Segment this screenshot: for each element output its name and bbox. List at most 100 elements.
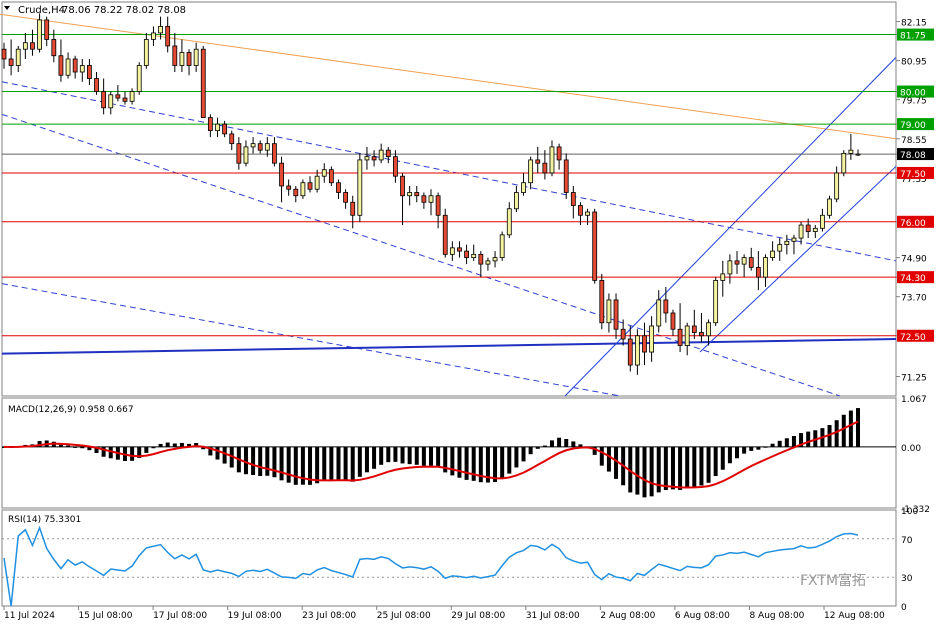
candle-body — [22, 42, 28, 50]
candle-body — [215, 123, 220, 132]
candle-body — [79, 65, 85, 73]
candle-body — [343, 192, 349, 203]
macd-histogram-bar — [372, 446, 377, 469]
candle-body — [257, 143, 263, 151]
macd-histogram-bar — [528, 446, 533, 455]
candle-body — [535, 159, 541, 164]
candle-body — [464, 250, 469, 259]
candle-body — [414, 192, 420, 197]
candle-body — [407, 192, 413, 197]
candle-body — [58, 55, 64, 76]
macd-panel[interactable]: 1.0670.00-1.332 — [1, 395, 930, 515]
macd-histogram-bar — [243, 446, 248, 475]
macd-histogram-bar — [763, 446, 768, 448]
candle-body — [15, 48, 21, 66]
macd-label: MACD(12,26,9) 0.958 0.667 — [8, 405, 134, 415]
candle-body — [684, 325, 690, 346]
price-plot-frame — [1, 1, 897, 397]
candle-body — [8, 58, 14, 66]
time-tick-label: 8 Aug 08:00 — [749, 611, 804, 621]
candle-body — [307, 182, 313, 190]
macd-histogram-bar — [80, 446, 85, 449]
candle-body — [563, 159, 569, 193]
macd-tick-label: 1.067 — [901, 395, 927, 405]
candle-body — [328, 169, 334, 184]
macd-histogram-bar — [258, 446, 263, 476]
candle-body — [763, 257, 768, 278]
candle-body — [485, 260, 491, 265]
price-axis: 82.1581.7580.9580.0079.7579.0078.5578.08… — [896, 19, 934, 383]
trading-chart[interactable]: 82.1581.7580.9580.0079.7579.0078.5578.08… — [0, 0, 936, 624]
candle-body — [428, 195, 434, 203]
rsi-tick-label: 30 — [901, 574, 913, 584]
candle-body — [44, 19, 50, 40]
candle-body — [713, 280, 719, 324]
macd-histogram-bar — [756, 446, 761, 450]
candle-body — [122, 97, 128, 102]
macd-histogram-bar — [350, 446, 355, 482]
price-tick-label: 78.55 — [901, 136, 927, 146]
candle-body — [841, 153, 847, 174]
macd-histogram-bar — [649, 446, 654, 497]
time-axis: 11 Jul 2024 15 Jul 08:00 17 Jul 08:00 19 Ju… — [3, 606, 885, 621]
macd-histogram-bar — [144, 446, 149, 453]
candle-body — [449, 247, 455, 255]
candle-body — [820, 214, 825, 229]
candle-body — [627, 338, 633, 366]
candle-body — [777, 244, 783, 252]
macd-histogram-bar — [856, 408, 860, 447]
rsi-tick-label: 100 — [901, 507, 918, 517]
level-price-tag-label: 80.00 — [900, 89, 926, 99]
macd-histogram-bar — [606, 446, 611, 472]
level-price-tag-label: 72.50 — [900, 333, 926, 343]
candle-body — [72, 58, 78, 73]
macd-histogram-bar — [421, 446, 426, 466]
rsi-tick-label: 70 — [901, 536, 913, 546]
candle-body — [670, 312, 676, 330]
candle-body — [506, 208, 512, 236]
candle-body — [207, 117, 213, 132]
time-tick-label: 31 Jul 08:00 — [526, 611, 580, 621]
macd-histogram-bar — [329, 446, 334, 480]
macd-histogram-bar — [343, 446, 348, 481]
candle-body — [108, 94, 114, 109]
macd-histogram-bar — [393, 446, 398, 462]
macd-histogram-bar — [692, 446, 697, 487]
macd-histogram-bar — [507, 446, 512, 474]
candle-body — [385, 149, 391, 158]
candle-body — [805, 224, 811, 232]
candle-body — [798, 224, 804, 239]
macd-histogram-bar — [151, 446, 156, 449]
candle-body — [65, 58, 71, 76]
candle-body — [30, 42, 35, 50]
candle-body — [378, 149, 384, 161]
price-panel[interactable]: 82.1581.7580.9580.0079.7579.0078.5578.08… — [0, 0, 934, 397]
candle-body — [734, 260, 740, 265]
candle-body — [272, 143, 277, 164]
macd-histogram-bar — [599, 446, 604, 466]
candle-body — [87, 65, 92, 79]
current-price-tag-label: 78.08 — [900, 151, 926, 161]
candle-body — [37, 19, 42, 50]
macd-histogram-bar — [379, 446, 384, 465]
price-tick-label: 82.15 — [901, 19, 927, 29]
macd-histogram-bar — [73, 446, 78, 448]
rsi-panel[interactable]: 100 70 30 0 — [1, 507, 918, 613]
macd-histogram-bar — [464, 446, 469, 480]
macd-histogram-bar — [706, 446, 711, 483]
macd-histogram-bar — [66, 445, 71, 447]
macd-histogram-bar — [279, 446, 284, 481]
candle-body — [264, 143, 270, 151]
macd-histogram-bar — [535, 446, 540, 449]
level-price-tag-label: 81.75 — [900, 32, 926, 42]
candle-body — [293, 188, 299, 197]
candle-body — [393, 156, 398, 177]
candle-body — [435, 195, 441, 216]
macd-histogram-bar — [784, 438, 789, 447]
time-tick-label: 11 Jul 2024 — [4, 611, 55, 621]
candle-body — [186, 52, 192, 66]
macd-histogram-bar — [614, 446, 619, 479]
macd-histogram-bar — [777, 440, 782, 447]
macd-histogram-bar — [364, 446, 369, 473]
macd-histogram-bar — [165, 442, 170, 447]
